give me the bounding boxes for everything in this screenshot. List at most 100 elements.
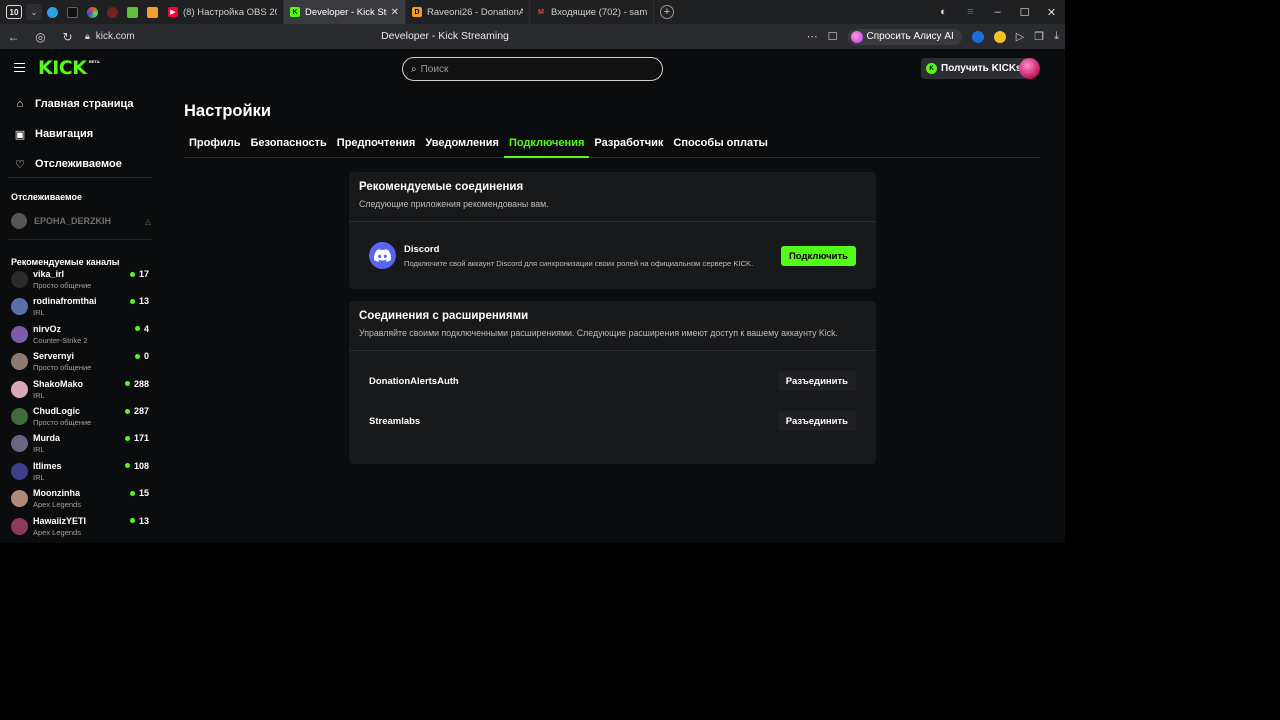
notifications-icon[interactable]: ≡ — [957, 6, 984, 18]
pinned-tab-l[interactable] — [62, 0, 82, 24]
card-header: Рекомендуемые соединения Следующие прило… — [349, 172, 876, 222]
viewer-count-value: 108 — [133, 460, 149, 471]
extension-blue-icon[interactable] — [971, 30, 984, 43]
search-box[interactable]: ⌕ — [402, 57, 663, 81]
tab-count-badge[interactable]: 10 — [6, 5, 22, 19]
tabs-menu-chevron-icon[interactable]: ⌄ — [26, 4, 42, 20]
pinned-tab-download[interactable] — [122, 0, 142, 24]
sidebar-item-home[interactable]: ⌂ Главная страница — [0, 89, 156, 119]
new-tab-button[interactable]: + — [660, 5, 674, 19]
profile-icon[interactable]: ◐ — [930, 6, 957, 18]
connect-discord-button[interactable]: Подключить — [780, 246, 856, 266]
followed-channel[interactable]: EPOHA_DERZKIH ◬ — [11, 213, 151, 229]
maximize-button[interactable]: ☐ — [1011, 6, 1038, 19]
channel-name: ChudLogic — [33, 406, 80, 416]
download-icon — [126, 6, 138, 18]
disconnect-button[interactable]: Разъединить — [777, 411, 856, 431]
pinned-tab-red[interactable] — [102, 0, 122, 24]
more-options-icon[interactable]: ⋯ — [807, 30, 818, 43]
extension-yellow-icon[interactable] — [993, 30, 1006, 43]
window-controls: ◐ ≡ – ☐ ✕ — [930, 0, 1065, 24]
pinned-tab-donation[interactable] — [142, 0, 162, 24]
tab-settings-4[interactable]: Подключения — [503, 129, 590, 158]
live-dot-icon — [124, 381, 130, 387]
viewer-count: 287 — [124, 406, 149, 416]
live-dot-icon — [134, 326, 140, 332]
pinned-tab-telegram[interactable] — [42, 0, 62, 24]
recommended-section-title: Рекомендуемые каналы — [11, 257, 120, 267]
recommended-channel-item[interactable]: Murda IRL 171 — [11, 431, 149, 458]
extension-play-icon[interactable]: ▷ — [1016, 30, 1024, 43]
get-kicks-button[interactable]: K Получить KICKs — [921, 58, 1028, 79]
tab-settings-2[interactable]: Предпочтения — [332, 129, 421, 158]
channel-category: Apex Legends — [33, 527, 81, 537]
alice-orb-icon — [850, 30, 863, 43]
recommended-channel-item[interactable]: vika_irl Просто общение 17 — [11, 267, 149, 294]
followed-section-title: Отслеживаемое — [11, 192, 83, 202]
search-input[interactable] — [420, 63, 641, 75]
red-circle-icon — [106, 6, 118, 18]
channel-name: HawaiizYETI — [33, 515, 87, 526]
recommended-channel-item[interactable]: nirvOz Counter-Strike 2 4 — [11, 322, 149, 349]
close-window-button[interactable]: ✕ — [1038, 6, 1065, 19]
shield-icon[interactable]: ◎ — [27, 30, 54, 44]
recommended-channel-item[interactable]: HawaiizYETI Apex Legends 13 — [11, 514, 149, 541]
viewer-count-value: 4 — [143, 323, 149, 334]
tab-gmail[interactable]: M Входящие (702) - samyra — [530, 0, 654, 24]
pinned-tab-colorful[interactable] — [82, 0, 102, 24]
sidebar-item-browse[interactable]: ▣ Навигация — [0, 119, 156, 149]
recommended-channel-item[interactable]: Servernyi Просто общение 0 — [11, 349, 149, 376]
channel-name: ShakoMako — [33, 378, 84, 389]
sidebar-item-following[interactable]: ♡ Отслеживаемое — [0, 149, 156, 179]
avatar — [11, 435, 28, 453]
back-arrow-icon[interactable]: ← — [0, 30, 27, 44]
live-dot-icon — [129, 518, 135, 524]
avatar — [11, 490, 28, 508]
tab-settings-3[interactable]: Уведомления — [420, 129, 504, 158]
url-field[interactable]: 🔒︎ kick.com — [85, 31, 135, 42]
tab-kick-developer[interactable]: K Developer - Kick Stream ✕ — [284, 0, 406, 24]
recommended-channel-item[interactable]: ChudLogic Просто общение 287 — [11, 404, 149, 431]
reload-icon[interactable]: ↻ — [54, 30, 81, 44]
card-title: Рекомендуемые соединения — [359, 181, 524, 193]
recommended-channel-item[interactable]: ShakoMako IRL 288 — [11, 377, 149, 404]
extension-connection-row: Streamlabs Разъединить — [349, 401, 876, 441]
channel-name: EPOHA_DERZKIH — [34, 216, 112, 226]
recommended-channel-item[interactable]: rodinafromthai IRL 13 — [11, 294, 149, 321]
menu-hamburger-icon[interactable] — [14, 63, 25, 72]
url-text: kick.com — [95, 31, 135, 42]
channel-name: rodinafromthai — [33, 296, 97, 307]
extension-name: DonationAlertsAuth — [369, 376, 459, 387]
card-header: Соединения с расширениями Управляйте сво… — [349, 301, 876, 351]
tab-settings-0[interactable]: Профиль — [184, 129, 245, 158]
tab-settings-5[interactable]: Разработчик — [589, 129, 668, 158]
page-title: Настройки — [184, 102, 272, 120]
disconnect-button[interactable]: Разъединить — [777, 371, 856, 391]
channel-category: Просто общение — [33, 363, 92, 373]
page-title-center: Developer - Kick Streaming — [381, 30, 509, 42]
ask-alice-button[interactable]: Спросить Алису AI — [847, 28, 962, 45]
viewer-count: 288 — [124, 378, 149, 389]
minimize-button[interactable]: – — [984, 6, 1011, 18]
recommended-channel-item[interactable]: Itlimes IRL 108 — [11, 459, 149, 486]
tab-settings-6[interactable]: Способы оплаты — [668, 129, 773, 158]
recommended-channel-item[interactable]: Moonzinha Apex Legends 15 — [11, 486, 149, 513]
tab-settings-1[interactable]: Безопасность — [245, 129, 331, 158]
bookmark-icon[interactable]: ☐ — [828, 30, 838, 43]
viewer-count: 108 — [124, 460, 149, 471]
live-dot-icon — [134, 353, 140, 359]
settings-tabs: Профиль Безопасность Предпочтения Уведомлен… — [184, 129, 1040, 158]
address-bar-actions: ⋯ ☐ Спросить Алису AI ▷ ❐ ⤓ — [807, 24, 1059, 49]
tab-obs[interactable]: ▶ (8) Настройка OBS 2026 д — [162, 0, 284, 24]
kick-logo[interactable]: KICK — [38, 58, 87, 78]
donation-icon — [146, 6, 158, 18]
browser-tab-bar: 10 ⌄ ▶ (8) Настройка OBS 2026 д K Develo… — [0, 0, 1065, 24]
sidebar-item-label: Главная страница — [35, 98, 134, 110]
tab-close-icon[interactable]: ✕ — [391, 7, 399, 18]
viewer-count-value: 288 — [133, 378, 149, 389]
user-avatar[interactable] — [1019, 58, 1040, 79]
downloads-icon[interactable]: ⤓ — [1054, 30, 1059, 43]
discord-icon — [369, 242, 396, 269]
collections-icon[interactable]: ❐ — [1034, 30, 1044, 43]
tab-donationalerts[interactable]: D Raveoni26 - DonationAler — [406, 0, 530, 24]
